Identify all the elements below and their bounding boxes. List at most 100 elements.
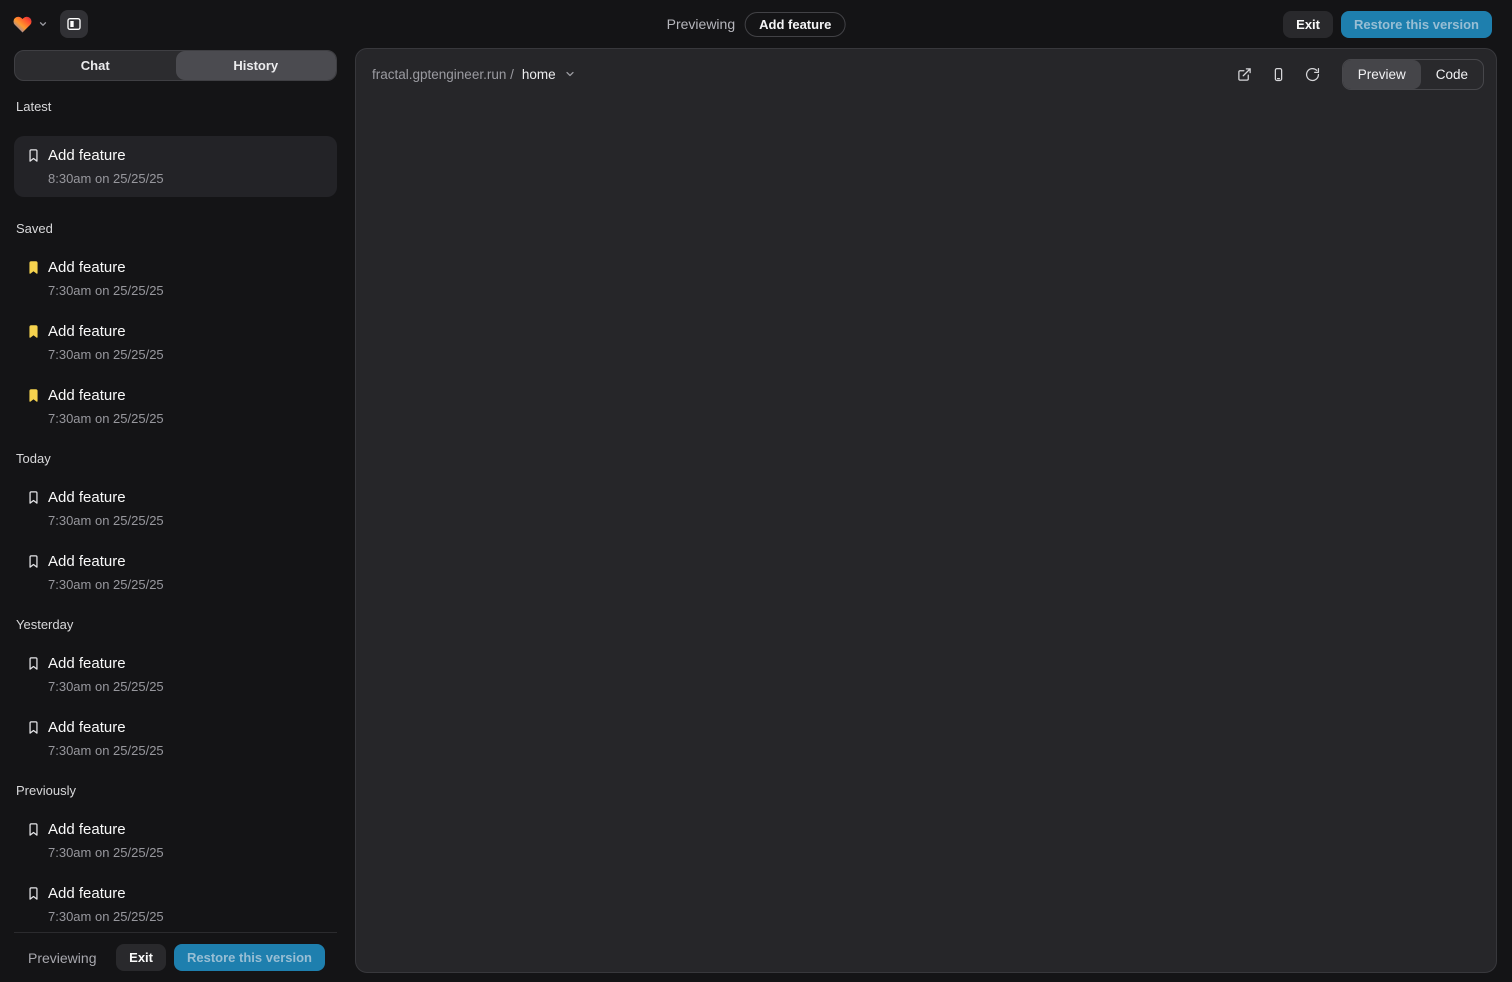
previewing-label: Previewing	[667, 16, 735, 32]
mobile-preview-icon	[1271, 67, 1286, 82]
app-window: Previewing Add feature Exit Restore this…	[0, 0, 1512, 982]
bookmark-outline-icon	[26, 654, 42, 695]
tab-chat[interactable]: Chat	[15, 51, 176, 80]
history-item[interactable]: Add feature 7:30am on 25/25/25	[14, 820, 337, 861]
history-item-timestamp: 7:30am on 25/25/25	[48, 411, 164, 427]
exit-button[interactable]: Exit	[1283, 11, 1333, 38]
history-item-timestamp: 7:30am on 25/25/25	[48, 513, 164, 529]
preview-content	[356, 99, 1496, 972]
open-in-new-tab-icon	[1237, 67, 1252, 82]
footer-exit-button[interactable]: Exit	[116, 944, 166, 971]
topbar: Previewing Add feature Exit Restore this…	[0, 0, 1512, 48]
history-item-timestamp: 7:30am on 25/25/25	[48, 347, 164, 363]
bookmark-outline-icon	[26, 552, 42, 593]
footer-previewing-label: Previewing	[28, 950, 96, 966]
tab-history[interactable]: History	[176, 51, 337, 80]
section-label: Latest	[16, 99, 337, 114]
history-item-title: Add feature	[48, 488, 164, 508]
history-item-text: Add feature 7:30am on 25/25/25	[48, 552, 164, 593]
history-item-text: Add feature 8:30am on 25/25/25	[48, 146, 164, 187]
sidebar-footer: Previewing Exit Restore this version	[14, 932, 337, 982]
history-item-timestamp: 7:30am on 25/25/25	[48, 577, 164, 593]
sidebar-tabs: ChatHistory	[14, 50, 337, 81]
history-item[interactable]: Add feature 7:30am on 25/25/25	[14, 488, 337, 529]
history-item-title: Add feature	[48, 258, 164, 278]
view-toggle: PreviewCode	[1342, 59, 1484, 90]
history-item[interactable]: Add feature 7:30am on 25/25/25	[14, 884, 337, 925]
bookmark-outline-icon	[26, 146, 42, 187]
history-item-title: Add feature	[48, 322, 164, 342]
history-item[interactable]: Add feature 7:30am on 25/25/25	[14, 718, 337, 759]
refresh-icon	[1305, 67, 1320, 82]
preview-status-group: Previewing Add feature	[667, 0, 846, 48]
history-item[interactable]: Add feature 7:30am on 25/25/25	[14, 552, 337, 593]
history-section-yesterday: YesterdayAdd feature7:30am on 25/25/25Ad…	[14, 617, 337, 759]
history-item-title: Add feature	[48, 146, 164, 166]
open-in-new-tab-button[interactable]	[1232, 61, 1258, 87]
view-tab-preview[interactable]: Preview	[1343, 60, 1421, 89]
section-label: Previously	[16, 783, 337, 798]
history-item-timestamp: 7:30am on 25/25/25	[48, 743, 164, 759]
history-item-text: Add feature 7:30am on 25/25/25	[48, 820, 164, 861]
bookmark-filled-icon	[26, 322, 42, 363]
section-label: Saved	[16, 221, 337, 236]
history-item[interactable]: Add feature 8:30am on 25/25/25	[14, 136, 337, 197]
history-item-text: Add feature 7:30am on 25/25/25	[48, 654, 164, 695]
version-badge[interactable]: Add feature	[745, 12, 845, 37]
history-item-title: Add feature	[48, 552, 164, 572]
history-item[interactable]: Add feature 7:30am on 25/25/25	[14, 258, 337, 299]
history-item-title: Add feature	[48, 654, 164, 674]
sidebar: ChatHistory Latest Add feature 8:30am on 2…	[14, 48, 337, 982]
section-label: Today	[16, 451, 337, 466]
history-item-text: Add feature 7:30am on 25/25/25	[48, 488, 164, 529]
bookmark-outline-icon	[26, 718, 42, 759]
restore-version-button[interactable]: Restore this version	[1341, 11, 1492, 38]
bookmark-outline-icon	[26, 884, 42, 925]
history-item-title: Add feature	[48, 386, 164, 406]
workspace-menu[interactable]	[12, 15, 48, 34]
preview-url-page: home	[522, 67, 556, 82]
bookmark-outline-icon	[26, 820, 42, 861]
mobile-preview-button[interactable]	[1266, 61, 1292, 87]
bookmark-filled-icon	[26, 258, 42, 299]
panel-left-icon	[66, 16, 82, 32]
preview-url-prefix: fractal.gptengineer.run /	[372, 67, 514, 82]
history-item[interactable]: Add feature 7:30am on 25/25/25	[14, 654, 337, 695]
section-label: Yesterday	[16, 617, 337, 632]
chevron-down-icon	[38, 19, 48, 29]
history-item-text: Add feature 7:30am on 25/25/25	[48, 386, 164, 427]
history-section-saved: SavedAdd feature7:30am on 25/25/25Add fe…	[14, 221, 337, 427]
history-item[interactable]: Add feature 7:30am on 25/25/25	[14, 322, 337, 363]
lovable-heart-logo-icon	[12, 15, 33, 34]
history-section-latest: Latest Add feature 8:30am on 25/25/25	[14, 99, 337, 197]
history-item-timestamp: 7:30am on 25/25/25	[48, 845, 164, 861]
bookmark-filled-icon	[26, 386, 42, 427]
preview-panel: fractal.gptengineer.run / home	[355, 48, 1497, 973]
body-row: ChatHistory Latest Add feature 8:30am on 2…	[0, 48, 1512, 982]
preview-url-selector[interactable]: fractal.gptengineer.run / home	[372, 67, 576, 82]
history-item-title: Add feature	[48, 884, 164, 904]
history-item-text: Add feature 7:30am on 25/25/25	[48, 884, 164, 925]
history-section-previously: PreviouslyAdd feature7:30am on 25/25/25A…	[14, 783, 337, 925]
history-item-title: Add feature	[48, 718, 164, 738]
topbar-actions: Exit Restore this version	[1283, 11, 1492, 38]
history-item-text: Add feature 7:30am on 25/25/25	[48, 718, 164, 759]
chevron-down-icon	[564, 68, 576, 80]
history-item-title: Add feature	[48, 820, 164, 840]
history-section-today: TodayAdd feature7:30am on 25/25/25Add fe…	[14, 451, 337, 593]
bookmark-outline-icon	[26, 488, 42, 529]
preview-panel-header: fractal.gptengineer.run / home	[356, 49, 1496, 99]
history-item-timestamp: 7:30am on 25/25/25	[48, 679, 164, 695]
history-item[interactable]: Add feature 7:30am on 25/25/25	[14, 386, 337, 427]
preview-toolbar: PreviewCode	[1232, 59, 1484, 90]
history-item-timestamp: 8:30am on 25/25/25	[48, 171, 164, 187]
history-item-text: Add feature 7:30am on 25/25/25	[48, 322, 164, 363]
history-item-timestamp: 7:30am on 25/25/25	[48, 909, 164, 925]
history-item-timestamp: 7:30am on 25/25/25	[48, 283, 164, 299]
sidebar-toggle-button[interactable]	[60, 10, 88, 38]
footer-restore-version-button[interactable]: Restore this version	[174, 944, 325, 971]
refresh-button[interactable]	[1300, 61, 1326, 87]
view-tab-code[interactable]: Code	[1421, 60, 1483, 89]
history-item-text: Add feature 7:30am on 25/25/25	[48, 258, 164, 299]
history-list: Latest Add feature 8:30am on 25/25/25 Saved…	[14, 81, 337, 932]
